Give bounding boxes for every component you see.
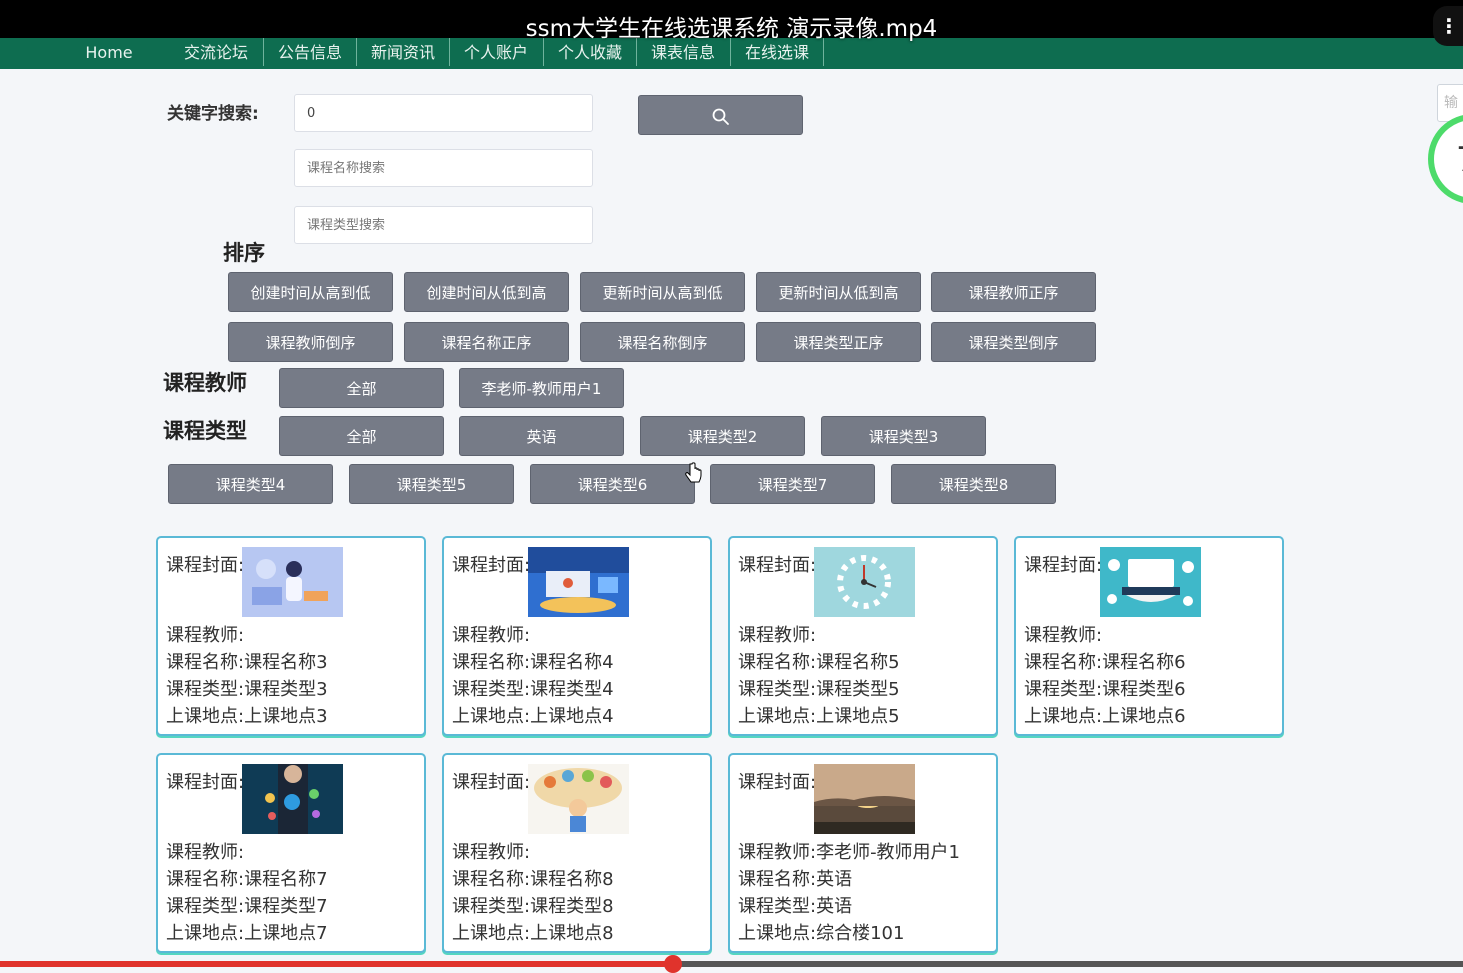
course-card[interactable]: 课程封面: 课程教师: 课程名称:课程名称6 课程类型:课程类型6 上课地点:上…: [1014, 536, 1284, 736]
course-cover-label: 课程封面:: [452, 555, 531, 576]
course-cover-image[interactable]: [242, 547, 343, 617]
course-cover-image[interactable]: [528, 547, 629, 617]
course-teacher: 课程教师:李老师-教师用户1: [738, 842, 961, 863]
course-type: 课程类型:英语: [738, 896, 853, 917]
course-name: 课程名称:课程名称6: [1024, 652, 1186, 673]
course-cover-label: 课程封面:: [1024, 555, 1103, 576]
course-teacher: 课程教师:: [166, 842, 245, 863]
type-2-button[interactable]: 课程类型2: [640, 416, 805, 456]
type-3-button[interactable]: 课程类型3: [821, 416, 986, 456]
teacher-filter-label: 课程教师: [163, 371, 247, 395]
search-icon: [712, 108, 729, 125]
nav-notices[interactable]: 公告信息: [266, 41, 354, 65]
sort-created-desc-button[interactable]: 创建时间从高到低: [228, 272, 393, 312]
nav-account[interactable]: 个人账户: [452, 41, 540, 65]
sort-name-desc-button[interactable]: 课程名称倒序: [580, 322, 745, 362]
video-title: ssm大学生在线选课系统 演示录像.mp4: [525, 16, 938, 42]
type-7-button[interactable]: 课程类型7: [710, 464, 875, 504]
course-place: 上课地点:上课地点3: [166, 706, 328, 727]
video-progress-knob[interactable]: [663, 955, 682, 973]
course-teacher: 课程教师:: [452, 842, 531, 863]
course-cover-image[interactable]: [1100, 547, 1201, 617]
course-card[interactable]: 课程封面: 课程教师: 课程名称:课程名称5 课程类型:课程类型5 上课地点:上…: [728, 536, 998, 736]
type-all-button[interactable]: 全部: [279, 416, 444, 456]
hand-cursor-icon: [685, 462, 702, 483]
course-type: 课程类型:课程类型4: [452, 679, 614, 700]
course-card[interactable]: 课程封面: 课程教师: 课程名称:课程名称3 课程类型:课程类型3 上课地点:上…: [156, 536, 426, 736]
course-cover-image[interactable]: [814, 764, 915, 834]
course-name: 课程名称:英语: [738, 869, 853, 890]
course-name: 课程名称:课程名称7: [166, 869, 328, 890]
type-5-button[interactable]: 课程类型5: [349, 464, 514, 504]
course-place: 上课地点:上课地点4: [452, 706, 614, 727]
sort-name-asc-button[interactable]: 课程名称正序: [404, 322, 569, 362]
keyword-input[interactable]: [294, 94, 593, 132]
course-type: 课程类型:课程类型7: [166, 896, 328, 917]
course-cover-image[interactable]: [242, 764, 343, 834]
course-place: 上课地点:综合楼101: [738, 923, 905, 944]
sort-updated-desc-button[interactable]: 更新时间从高到低: [580, 272, 745, 312]
course-type-search-input[interactable]: [294, 206, 593, 244]
sort-updated-asc-button[interactable]: 更新时间从低到高: [756, 272, 921, 312]
course-card[interactable]: 课程封面: 课程教师: 课程名称:课程名称8 课程类型:课程类型8 上课地点:上…: [442, 753, 712, 953]
course-teacher: 课程教师:: [166, 625, 245, 646]
course-type: 课程类型:课程类型8: [452, 896, 614, 917]
course-name: 课程名称:课程名称4: [452, 652, 614, 673]
course-cover-label: 课程封面:: [738, 555, 817, 576]
nav-favorites[interactable]: 个人收藏: [546, 41, 634, 65]
course-cover-image[interactable]: [528, 764, 629, 834]
course-place: 上课地点:上课地点8: [452, 923, 614, 944]
type-8-button[interactable]: 课程类型8: [891, 464, 1056, 504]
course-teacher: 课程教师:: [1024, 625, 1103, 646]
course-place: 上课地点:上课地点7: [166, 923, 328, 944]
course-card[interactable]: 课程封面: 课程教师: 课程名称:课程名称4 课程类型:课程类型4 上课地点:上…: [442, 536, 712, 736]
sort-type-asc-button[interactable]: 课程类型正序: [756, 322, 921, 362]
course-place: 上课地点:上课地点6: [1024, 706, 1186, 727]
course-type: 课程类型:课程类型3: [166, 679, 328, 700]
sort-teacher-desc-button[interactable]: 课程教师倒序: [228, 322, 393, 362]
course-cover-label: 课程封面:: [738, 772, 817, 793]
search-button[interactable]: [638, 95, 803, 135]
nav-course-select[interactable]: 在线选课: [733, 41, 821, 65]
course-card[interactable]: 课程封面: 课程教师:李老师-教师用户1 课程名称:英语 课程类型:英语 上课地…: [728, 753, 998, 953]
course-card[interactable]: 课程封面: 课程教师: 课程名称:课程名称7 课程类型:课程类型7 上课地点:上…: [156, 753, 426, 953]
course-teacher: 课程教师:: [738, 625, 817, 646]
course-name: 课程名称:课程名称3: [166, 652, 328, 673]
type-4-button[interactable]: 课程类型4: [168, 464, 333, 504]
more-dots-icon[interactable]: ⋮: [1433, 6, 1463, 46]
nav-schedule[interactable]: 课表信息: [639, 41, 727, 65]
nav-news[interactable]: 新闻资讯: [359, 41, 447, 65]
course-type: 课程类型:课程类型5: [738, 679, 900, 700]
teacher-all-button[interactable]: 全部: [279, 368, 444, 408]
course-name: 课程名称:课程名称5: [738, 652, 900, 673]
course-name: 课程名称:课程名称8: [452, 869, 614, 890]
type-6-button[interactable]: 课程类型6: [530, 464, 695, 504]
type-english-button[interactable]: 英语: [459, 416, 624, 456]
course-type: 课程类型:课程类型6: [1024, 679, 1186, 700]
type-filter-label: 课程类型: [163, 419, 247, 443]
video-progress-fill: [0, 961, 673, 967]
nav-forum[interactable]: 交流论坛: [172, 41, 260, 65]
course-cover-label: 课程封面:: [166, 555, 245, 576]
side-ring-text: 7: [1456, 140, 1463, 180]
sort-created-asc-button[interactable]: 创建时间从低到高: [404, 272, 569, 312]
course-cover-image[interactable]: [814, 547, 915, 617]
course-cover-label: 课程封面:: [166, 772, 245, 793]
side-float-widget[interactable]: 7: [1428, 114, 1463, 204]
nav-home[interactable]: Home: [74, 41, 144, 65]
course-cover-label: 课程封面:: [452, 772, 531, 793]
sort-label: 排序: [223, 241, 265, 265]
sort-type-desc-button[interactable]: 课程类型倒序: [931, 322, 1096, 362]
course-place: 上课地点:上课地点5: [738, 706, 900, 727]
course-teacher: 课程教师:: [452, 625, 531, 646]
course-name-search-input[interactable]: [294, 149, 593, 187]
sort-teacher-asc-button[interactable]: 课程教师正序: [931, 272, 1096, 312]
teacher-li-button[interactable]: 李老师-教师用户1: [459, 368, 624, 408]
search-label: 关键字搜索:: [167, 104, 259, 124]
